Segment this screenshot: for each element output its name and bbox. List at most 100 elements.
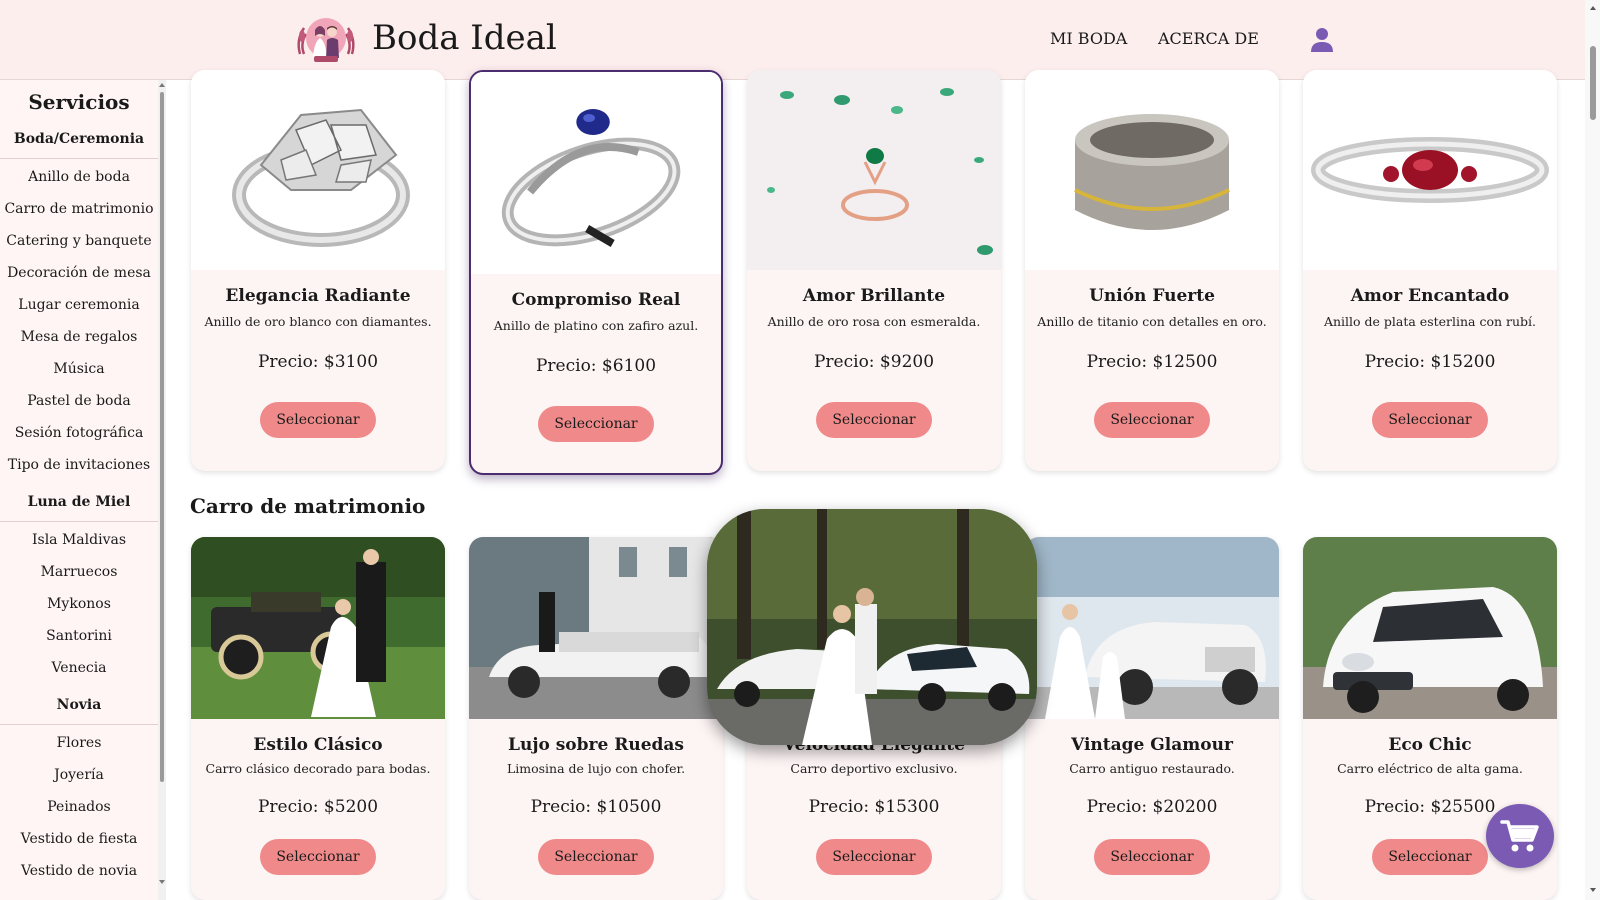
card-title: Elegancia Radiante bbox=[225, 286, 411, 306]
sidebar-group-novia[interactable]: Novia bbox=[0, 697, 158, 713]
select-button[interactable]: Seleccionar bbox=[1372, 839, 1488, 875]
card-description: Carro eléctrico de alta gama. bbox=[1337, 761, 1523, 776]
card-price: Precio: $12500 bbox=[1086, 352, 1218, 372]
card-title: Eco Chic bbox=[1388, 735, 1472, 755]
product-card-amor-encantado[interactable]: Amor Encantado Anillo de plata esterlina… bbox=[1303, 70, 1557, 471]
card-description: Anillo de oro blanco con diamantes. bbox=[204, 314, 432, 329]
sidebar-divider bbox=[0, 521, 158, 522]
select-button[interactable]: Seleccionar bbox=[538, 839, 654, 875]
ring-titanium-image bbox=[1025, 70, 1279, 270]
card-title: Unión Fuerte bbox=[1089, 286, 1215, 306]
sidebar-item-sesion-foto[interactable]: Sesión fotográfica bbox=[0, 425, 158, 441]
card-description: Anillo de oro rosa con esmeralda. bbox=[767, 314, 981, 329]
card-price: Precio: $15200 bbox=[1364, 352, 1496, 372]
nav-acerca-de[interactable]: ACERCA DE bbox=[1158, 29, 1259, 48]
product-card-compromiso-real[interactable]: Compromiso Real Anillo de platino con za… bbox=[469, 70, 723, 475]
card-description: Carro clásico decorado para bodas. bbox=[205, 761, 431, 776]
card-description: Anillo de titanio con detalles en oro. bbox=[1037, 314, 1267, 329]
scroll-up-arrow-icon[interactable] bbox=[159, 83, 165, 87]
sidebar-item-pastel[interactable]: Pastel de boda bbox=[0, 393, 158, 409]
select-button[interactable]: Seleccionar bbox=[260, 402, 376, 438]
card-price: Precio: $10500 bbox=[530, 797, 662, 817]
sidebar-item-mykonos[interactable]: Mykonos bbox=[0, 596, 158, 612]
card-description: Anillo de platino con zafiro azul. bbox=[493, 318, 699, 333]
sidebar-item-peinados[interactable]: Peinados bbox=[0, 799, 158, 815]
cart-button[interactable] bbox=[1486, 804, 1554, 868]
select-button[interactable]: Seleccionar bbox=[538, 406, 654, 442]
card-price: Precio: $3100 bbox=[257, 352, 379, 372]
select-button[interactable]: Seleccionar bbox=[816, 839, 932, 875]
card-title: Amor Encantado bbox=[1350, 286, 1510, 306]
sidebar-divider bbox=[0, 724, 158, 725]
select-button[interactable]: Seleccionar bbox=[1372, 402, 1488, 438]
product-card-lujo-sobre-ruedas[interactable]: Lujo sobre Ruedas Limosina de lujo con c… bbox=[469, 537, 723, 900]
card-title: Lujo sobre Ruedas bbox=[508, 735, 684, 755]
card-title: Compromiso Real bbox=[511, 290, 681, 310]
sidebar-item-joyeria[interactable]: Joyería bbox=[0, 767, 158, 783]
couple-logo-icon[interactable] bbox=[294, 14, 358, 66]
sidebar-item-anillo-de-boda[interactable]: Anillo de boda bbox=[0, 169, 158, 185]
sidebar-item-invitaciones[interactable]: Tipo de invitaciones bbox=[0, 457, 158, 473]
page-scroll-thumb[interactable] bbox=[1590, 46, 1596, 120]
sidebar-item-maldivas[interactable]: Isla Maldivas bbox=[0, 532, 158, 548]
card-title: Amor Brillante bbox=[802, 286, 946, 306]
sidebar-item-venecia[interactable]: Venecia bbox=[0, 660, 158, 676]
card-title: Vintage Glamour bbox=[1071, 735, 1233, 755]
product-card-elegancia-radiante[interactable]: Elegancia Radiante Anillo de oro blanco … bbox=[191, 70, 445, 471]
select-button[interactable]: Seleccionar bbox=[816, 402, 932, 438]
sidebar-item-catering[interactable]: Catering y banquete bbox=[0, 233, 158, 249]
sidebar-item-flores[interactable]: Flores bbox=[0, 735, 158, 751]
select-button[interactable]: Seleccionar bbox=[1094, 402, 1210, 438]
sidebar-group-luna-de-miel[interactable]: Luna de Miel bbox=[0, 494, 158, 510]
ring-diamond-image bbox=[191, 70, 445, 270]
ring-sapphire-image bbox=[471, 72, 721, 274]
sidebar-item-vestido-fiesta[interactable]: Vestido de fiesta bbox=[0, 831, 158, 847]
sidebar-item-santorini[interactable]: Santorini bbox=[0, 628, 158, 644]
card-price: Precio: $5200 bbox=[257, 797, 379, 817]
product-card-vintage-glamour[interactable]: Vintage Glamour Carro antiguo restaurado… bbox=[1025, 537, 1279, 900]
sidebar-item-decoracion[interactable]: Decoración de mesa bbox=[0, 265, 158, 281]
sidebar-item-lugar[interactable]: Lugar ceremonia bbox=[0, 297, 158, 313]
sidebar-item-vestido-novia[interactable]: Vestido de novia bbox=[0, 863, 158, 879]
sidebar-item-musica[interactable]: Música bbox=[0, 361, 158, 377]
site-header: Boda Ideal MI BODA ACERCA DE bbox=[0, 0, 1600, 80]
product-card-amor-brillante[interactable]: Amor Brillante Anillo de oro rosa con es… bbox=[747, 70, 1001, 471]
scroll-down-arrow-icon[interactable] bbox=[1590, 888, 1596, 892]
card-price: Precio: $9200 bbox=[813, 352, 935, 372]
select-button[interactable]: Seleccionar bbox=[1094, 839, 1210, 875]
sports-car-zoom-image[interactable] bbox=[707, 509, 1037, 745]
brand-name[interactable]: Boda Ideal bbox=[372, 18, 557, 58]
scroll-up-arrow-icon[interactable] bbox=[1590, 6, 1596, 10]
electric-car-image bbox=[1303, 537, 1557, 719]
card-description: Limosina de lujo con chofer. bbox=[506, 761, 686, 776]
vintage-car-image bbox=[1025, 537, 1279, 719]
product-card-estilo-clasico[interactable]: Estilo Clásico Carro clásico decorado pa… bbox=[191, 537, 445, 900]
sidebar-divider bbox=[0, 158, 158, 159]
product-card-union-fuerte[interactable]: Unión Fuerte Anillo de titanio con detal… bbox=[1025, 70, 1279, 471]
classic-car-image bbox=[191, 537, 445, 719]
card-price: Precio: $15300 bbox=[808, 797, 940, 817]
sidebar-item-marruecos[interactable]: Marruecos bbox=[0, 564, 158, 580]
limousine-image bbox=[469, 537, 723, 719]
select-button[interactable]: Seleccionar bbox=[260, 839, 376, 875]
sidebar-group-boda[interactable]: Boda/Ceremonia bbox=[0, 131, 158, 147]
card-description: Anillo de plata esterlina con rubí. bbox=[1323, 314, 1537, 329]
ring-ruby-image bbox=[1303, 70, 1557, 270]
card-description: Carro deportivo exclusivo. bbox=[790, 761, 958, 776]
card-price: Precio: $6100 bbox=[535, 356, 657, 376]
page-scrollbar[interactable] bbox=[1585, 0, 1600, 900]
cart-icon bbox=[1500, 820, 1539, 852]
card-price: Precio: $20200 bbox=[1086, 797, 1218, 817]
section-title-carro: Carro de matrimonio bbox=[190, 494, 426, 518]
scroll-down-arrow-icon[interactable] bbox=[159, 880, 165, 884]
card-title: Estilo Clásico bbox=[253, 735, 383, 755]
nav-mi-boda[interactable]: MI BODA bbox=[1050, 29, 1127, 48]
card-description: Carro antiguo restaurado. bbox=[1069, 761, 1235, 776]
services-sidebar: Servicios Boda/Ceremonia Anillo de boda … bbox=[0, 80, 166, 900]
sidebar-item-mesa-regalos[interactable]: Mesa de regalos bbox=[0, 329, 158, 345]
sidebar-item-carro-de-matrimonio[interactable]: Carro de matrimonio bbox=[0, 201, 158, 217]
sidebar-scroll-thumb[interactable] bbox=[160, 92, 164, 782]
ring-emerald-image bbox=[747, 70, 1001, 270]
user-icon[interactable] bbox=[1310, 27, 1334, 53]
sidebar-title: Servicios bbox=[28, 90, 130, 114]
